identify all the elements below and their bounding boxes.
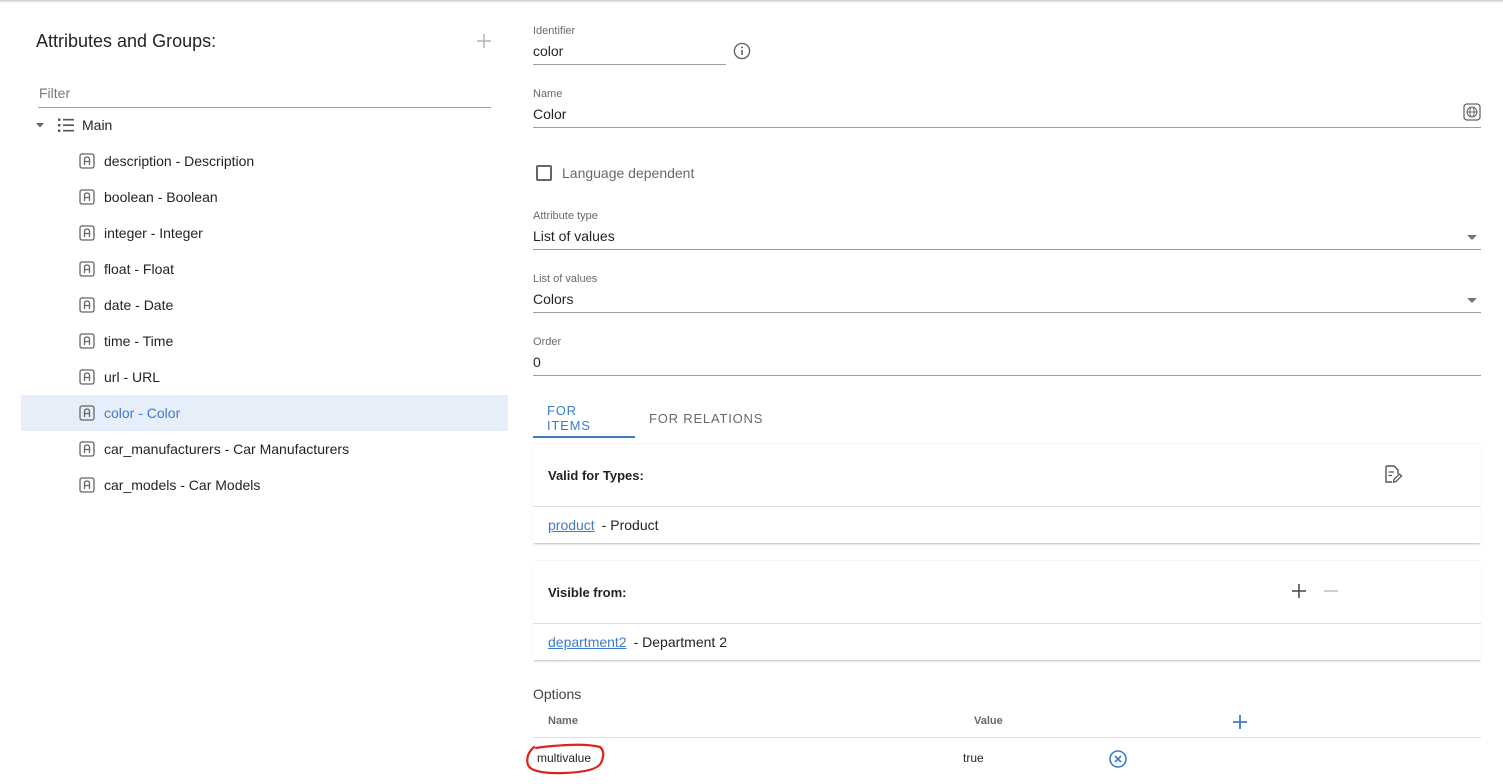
visible-from-card: Visible from: department2 - Department 2 bbox=[533, 561, 1481, 660]
attributes-panel: Attributes and Groups: Main description … bbox=[21, 0, 508, 784]
attribute-list: description - Description boolean - Bool… bbox=[21, 143, 508, 503]
caret-down-icon[interactable] bbox=[33, 118, 47, 132]
name-field[interactable]: Name Color bbox=[533, 88, 1481, 128]
minus-icon[interactable] bbox=[1322, 582, 1340, 600]
tree-item-label: float - Float bbox=[104, 261, 175, 277]
tree-item-description[interactable]: description - Description bbox=[21, 143, 508, 179]
checkbox[interactable] bbox=[536, 165, 552, 181]
option-value[interactable]: true bbox=[963, 751, 984, 765]
list-of-values-value[interactable]: Colors bbox=[533, 289, 1481, 309]
order-field[interactable]: Order 0 bbox=[533, 336, 1481, 376]
tree-item-color[interactable]: color - Color bbox=[21, 395, 508, 431]
field-underline bbox=[533, 375, 1481, 376]
tree-item-car-models[interactable]: car_models - Car Models bbox=[21, 467, 508, 503]
order-value[interactable]: 0 bbox=[533, 352, 1481, 372]
dropdown-arrow-icon[interactable] bbox=[1467, 235, 1477, 240]
order-label: Order bbox=[533, 336, 562, 348]
field-underline bbox=[533, 127, 1481, 128]
field-underline bbox=[533, 312, 1481, 313]
valid-for-types-header: Valid for Types: bbox=[533, 444, 1481, 507]
edit-list-icon[interactable] bbox=[1381, 463, 1403, 485]
options-table-header: Name Value bbox=[533, 706, 1481, 738]
tree-item-label: car_manufacturers - Car Manufacturers bbox=[104, 441, 350, 457]
attribute-editor: Identifier color Name Color Language dep… bbox=[526, 0, 1481, 784]
valid-for-types-card: Valid for Types: product - Product bbox=[533, 444, 1481, 543]
attribute-type-label: Attribute type bbox=[533, 210, 598, 222]
globe-icon[interactable] bbox=[1463, 103, 1481, 121]
attribute-icon bbox=[79, 441, 95, 457]
name-value[interactable]: Color bbox=[533, 104, 1481, 124]
tree-item-time[interactable]: time - Time bbox=[21, 323, 508, 359]
filter-field[interactable] bbox=[38, 82, 491, 108]
tree-group-label: Main bbox=[82, 117, 113, 133]
option-row: multivalue true bbox=[526, 739, 1481, 779]
visible-from-title: Visible from: bbox=[548, 584, 627, 600]
column-name-header: Name bbox=[548, 715, 578, 727]
type-link[interactable]: product bbox=[548, 517, 595, 533]
identifier-label: Identifier bbox=[533, 25, 576, 37]
tab-for-relations[interactable]: FOR RELATIONS bbox=[635, 399, 777, 438]
tab-for-items[interactable]: FOR ITEMS bbox=[533, 399, 635, 438]
filter-input[interactable] bbox=[38, 82, 491, 104]
attribute-icon bbox=[79, 153, 95, 169]
attribute-type-value[interactable]: List of values bbox=[533, 226, 1481, 246]
tree-item-label: description - Description bbox=[104, 153, 255, 169]
type-name: - Product bbox=[601, 517, 659, 533]
tree-item-label: car_models - Car Models bbox=[104, 477, 261, 493]
attribute-icon bbox=[79, 189, 95, 205]
option-name[interactable]: multivalue bbox=[537, 751, 591, 765]
tree-item-url[interactable]: url - URL bbox=[21, 359, 508, 395]
identifier-value[interactable]: color bbox=[533, 41, 726, 61]
attribute-icon bbox=[79, 369, 95, 385]
attribute-icon bbox=[79, 477, 95, 493]
attribute-icon bbox=[79, 297, 95, 313]
info-icon[interactable] bbox=[733, 42, 751, 60]
tree-item-label: date - Date bbox=[104, 297, 174, 313]
plus-icon[interactable] bbox=[473, 30, 495, 52]
tree-item-label: color - Color bbox=[104, 405, 181, 421]
attribute-icon bbox=[79, 333, 95, 349]
attribute-icon bbox=[79, 261, 95, 277]
attribute-type-select[interactable]: Attribute type List of values bbox=[533, 210, 1481, 250]
tree-item-label: url - URL bbox=[104, 369, 161, 385]
attribute-icon bbox=[79, 405, 95, 421]
attribute-icon bbox=[79, 225, 95, 241]
language-dependent-checkbox[interactable]: Language dependent bbox=[536, 165, 694, 181]
visible-from-row: department2 - Department 2 bbox=[533, 624, 1481, 660]
tree-item-boolean[interactable]: boolean - Boolean bbox=[21, 179, 508, 215]
tree-item-date[interactable]: date - Date bbox=[21, 287, 508, 323]
list-of-values-select[interactable]: List of values Colors bbox=[533, 273, 1481, 313]
remove-option-icon[interactable] bbox=[1108, 749, 1128, 769]
panel-title: Attributes and Groups: bbox=[36, 31, 217, 51]
tree-item-float[interactable]: float - Float bbox=[21, 251, 508, 287]
identifier-field[interactable]: Identifier color bbox=[533, 25, 726, 65]
tree-item-car-manufacturers[interactable]: car_manufacturers - Car Manufacturers bbox=[21, 431, 508, 467]
valid-for-types-title: Valid for Types: bbox=[548, 467, 644, 483]
dropdown-arrow-icon[interactable] bbox=[1467, 298, 1477, 303]
field-underline bbox=[533, 64, 726, 65]
name-label: Name bbox=[533, 88, 563, 100]
column-value-header: Value bbox=[974, 715, 1003, 727]
list-icon bbox=[58, 118, 74, 132]
plus-icon[interactable] bbox=[1290, 582, 1308, 600]
valid-type-row: product - Product bbox=[533, 507, 1481, 543]
department-name: - Department 2 bbox=[633, 634, 727, 650]
list-of-values-label: List of values bbox=[533, 273, 598, 285]
options-title: Options bbox=[533, 686, 582, 702]
tab-bar: FOR ITEMS FOR RELATIONS bbox=[533, 399, 777, 438]
field-underline bbox=[533, 249, 1481, 250]
tree-item-integer[interactable]: integer - Integer bbox=[21, 215, 508, 251]
add-option-icon[interactable] bbox=[1231, 713, 1249, 731]
tree-item-label: boolean - Boolean bbox=[104, 189, 218, 205]
tree-group-main[interactable]: Main bbox=[33, 113, 333, 137]
tree-item-label: integer - Integer bbox=[104, 225, 203, 241]
language-dependent-label: Language dependent bbox=[562, 165, 695, 181]
tree-item-label: time - Time bbox=[104, 333, 174, 349]
visible-from-header: Visible from: bbox=[533, 561, 1481, 624]
department-link[interactable]: department2 bbox=[548, 634, 627, 650]
